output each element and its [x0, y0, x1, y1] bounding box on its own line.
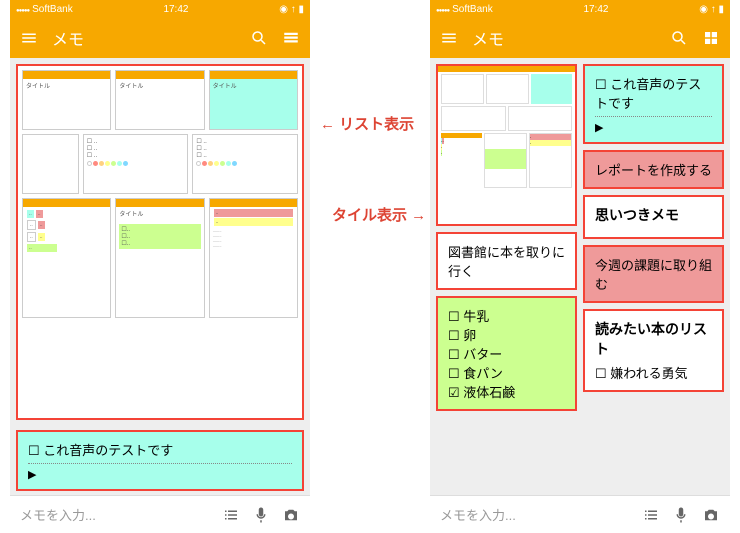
checkbox[interactable]: 牛乳 — [448, 306, 565, 325]
search-icon[interactable] — [250, 29, 268, 47]
checkbox-checked[interactable]: 液体石鹸 — [448, 382, 565, 401]
content-list: タイトル タイトル タイトル ☐ ..☐ ..☐ .. ☐ ..☐ ..☐ .. — [10, 58, 310, 495]
checkbox[interactable]: バター — [448, 344, 565, 363]
status-right: ◉ ↑ ▮ — [699, 4, 724, 15]
note-shopping[interactable]: 牛乳 卵 バター 食パン 液体石鹸 — [436, 296, 577, 411]
menu-icon[interactable] — [440, 29, 458, 47]
play-icon[interactable]: ▶ — [28, 468, 292, 481]
checkbox[interactable]: 食パン — [448, 363, 565, 382]
carrier: SoftBank — [436, 4, 493, 15]
menu-icon[interactable] — [20, 29, 38, 47]
phone-right: SoftBank 17:42 ◉ ↑ ▮ メモ .... .. — [430, 0, 730, 533]
thumbnail-card[interactable]: .... .. — [436, 64, 577, 226]
note-idea-memo[interactable]: 思いつきメモ — [583, 195, 724, 239]
status-right: ◉ ↑ ▮ — [279, 4, 304, 15]
label-tile-view: タイル表示 → — [332, 204, 426, 225]
app-title: メモ — [472, 26, 656, 50]
note-weekly-task[interactable]: 今週の課題に取り組む — [583, 245, 724, 303]
note-input[interactable]: メモを入力... — [440, 505, 630, 524]
bottom-bar: メモを入力... — [10, 495, 310, 533]
clock: 17:42 — [583, 4, 608, 15]
app-bar: メモ — [430, 18, 730, 58]
app-title: メモ — [52, 26, 236, 50]
content-tiles: .... .. 図書館に本を取りに行く 牛乳 卵 バター 食パン 液体石鹸 これ… — [430, 58, 730, 495]
status-bar: SoftBank 17:42 ◉ ↑ ▮ — [430, 0, 730, 18]
note-input[interactable]: メモを入力... — [20, 505, 210, 524]
phone-left: SoftBank 17:42 ◉ ↑ ▮ メモ タイトル タイトル タイトル ☐… — [10, 0, 310, 533]
camera-icon[interactable] — [702, 506, 720, 524]
label-list-view: ← リスト表示 — [320, 113, 414, 134]
status-bar: SoftBank 17:42 ◉ ↑ ▮ — [10, 0, 310, 18]
search-icon[interactable] — [670, 29, 688, 47]
list-icon[interactable] — [642, 506, 660, 524]
checkbox[interactable]: これ音声のテストです — [28, 440, 292, 459]
note-create-report[interactable]: レポートを作成する — [583, 150, 724, 189]
mic-icon[interactable] — [252, 506, 270, 524]
thumbnail-screenshot: タイトル タイトル タイトル ☐ ..☐ ..☐ .. ☐ ..☐ ..☐ .. — [16, 64, 304, 420]
mic-icon[interactable] — [672, 506, 690, 524]
view-toggle-icon[interactable] — [282, 29, 300, 47]
checkbox[interactable]: これ音声のテストです — [595, 74, 712, 112]
clock: 17:42 — [163, 4, 188, 15]
note-reading-list[interactable]: 読みたい本のリスト 嫌われる勇気 — [583, 309, 724, 392]
checkbox[interactable]: 卵 — [448, 325, 565, 344]
list-icon[interactable] — [222, 506, 240, 524]
play-icon[interactable]: ▶ — [595, 121, 712, 134]
bottom-bar: メモを入力... — [430, 495, 730, 533]
camera-icon[interactable] — [282, 506, 300, 524]
carrier: SoftBank — [16, 4, 73, 15]
view-toggle-icon[interactable] — [702, 29, 720, 47]
note-library[interactable]: 図書館に本を取りに行く — [436, 232, 577, 290]
note-voice-test[interactable]: これ音声のテストです ▶ — [583, 64, 724, 144]
checkbox[interactable]: 嫌われる勇気 — [595, 363, 712, 382]
app-bar: メモ — [10, 18, 310, 58]
note-voice-test[interactable]: これ音声のテストです ▶ — [16, 430, 304, 491]
